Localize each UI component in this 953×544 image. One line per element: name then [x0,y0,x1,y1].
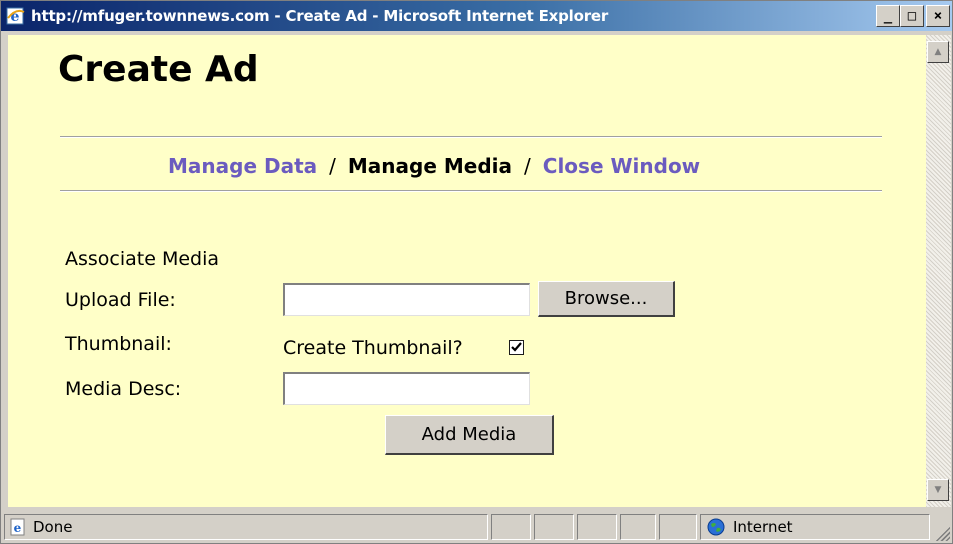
scroll-up-button[interactable]: ▲ [927,41,949,63]
maximize-button[interactable]: □ [900,5,924,27]
svg-text:e: e [14,521,22,535]
minimize-icon: _ [883,8,893,24]
section-label: Associate Media [65,248,220,270]
manage-media-current: Manage Media [347,154,513,178]
status-pane [659,514,697,540]
manage-data-link[interactable]: Manage Data [168,154,317,178]
create-thumbnail-label: Create Thumbnail? [283,337,463,359]
status-bar: e Done Internet [1,510,952,543]
arrow-up-icon: ▲ [934,47,942,57]
add-media-button[interactable]: Add Media [385,415,554,455]
status-text-cell: e Done [4,514,488,540]
divider-bottom [60,190,882,192]
maximize-icon: □ [907,8,917,24]
status-pane [491,514,531,540]
browser-window: e http://mfuger.townnews.com - Create Ad… [0,0,953,544]
checkmark-icon [511,342,522,352]
title-bar[interactable]: e http://mfuger.townnews.com - Create Ad… [1,1,952,31]
window-controls: _ □ × [876,5,950,27]
media-desc-label: Media Desc: [65,378,182,400]
thumbnail-label: Thumbnail: [65,333,172,355]
media-desc-input[interactable] [283,372,530,405]
window-title: http://mfuger.townnews.com - Create Ad -… [31,7,609,25]
page-title: Create Ad [58,49,259,90]
status-pane [534,514,574,540]
close-window-link[interactable]: Close Window [543,154,700,178]
minimize-button[interactable]: _ [876,5,900,27]
upload-file-label: Upload File: [65,289,176,311]
globe-icon [707,518,725,536]
upload-file-input[interactable] [283,283,530,316]
breadcrumb-nav: Manage Data / Manage Media / Close Window [168,154,700,178]
nav-separator: / [524,154,531,178]
arrow-down-icon: ▼ [934,485,942,495]
divider-top [60,136,882,138]
browse-button[interactable]: Browse... [538,281,675,317]
create-thumbnail-checkbox[interactable] [509,340,524,355]
zone-cell: Internet [700,514,930,540]
status-pane [577,514,617,540]
scroll-down-button[interactable]: ▼ [927,479,949,501]
close-icon: × [933,8,943,24]
ie-logo-icon[interactable]: e [5,5,27,27]
close-button[interactable]: × [926,5,950,27]
nav-separator: / [329,154,336,178]
page-content: Create Ad Manage Data / Manage Media / Close… [8,35,926,507]
ie-page-icon: e [9,518,27,536]
status-text: Done [33,518,73,536]
status-pane [620,514,656,540]
vertical-scrollbar[interactable]: ▲ ▼ [926,35,951,507]
zone-text: Internet [733,518,793,536]
resize-grip-icon[interactable] [934,525,950,541]
